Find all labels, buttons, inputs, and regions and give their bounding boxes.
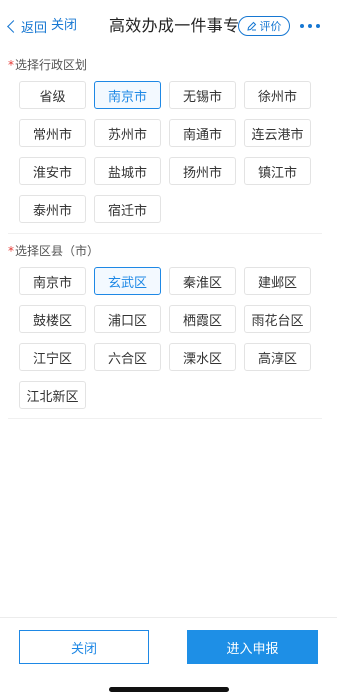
- required-mark: *: [8, 244, 14, 258]
- region-option[interactable]: 扬州市: [169, 157, 236, 185]
- district-section-label: *选择区县（市）: [8, 243, 99, 259]
- page-title: 高效办成一件事专: [109, 16, 240, 35]
- district-label-text: 选择区县（市）: [15, 244, 100, 258]
- back-button[interactable]: 返回: [6, 16, 47, 36]
- district-options: 南京市 玄武区 秦淮区 建邺区鼓楼区 浦口区 栖霞区 雨花台区江宁区 六合区 溧水区 高淳区江北新…: [19, 267, 319, 409]
- rate-button[interactable]: 评价: [238, 16, 290, 36]
- region-option[interactable]: 泰州市: [19, 195, 86, 223]
- chevron-left-icon: [7, 19, 20, 33]
- district-option[interactable]: 建邺区: [244, 267, 311, 295]
- district-option[interactable]: 高淳区: [244, 343, 311, 371]
- region-options: 省级 南京市 无锡市 徐州市常州市 苏州市 南通市 连云港市淮安市 盐城市 扬州市 镇江市泰州市宿…: [19, 81, 319, 223]
- region-section-label: *选择行政区划: [8, 57, 87, 73]
- district-option[interactable]: 溧水区: [169, 343, 236, 371]
- district-option[interactable]: 江宁区: [19, 343, 86, 371]
- district-option[interactable]: 江北新区: [19, 381, 86, 409]
- region-option[interactable]: 常州市: [19, 119, 86, 147]
- required-mark: *: [8, 58, 14, 72]
- district-option[interactable]: 栖霞区: [169, 305, 236, 333]
- region-option[interactable]: 南京市: [94, 81, 161, 109]
- district-option[interactable]: 鼓楼区: [19, 305, 86, 333]
- more-icon[interactable]: [300, 24, 320, 28]
- region-option[interactable]: 连云港市: [244, 119, 311, 147]
- divider: [8, 418, 322, 419]
- district-option[interactable]: 浦口区: [94, 305, 161, 333]
- region-option[interactable]: 南通市: [169, 119, 236, 147]
- edit-icon: [246, 21, 256, 31]
- close-nav-button[interactable]: 关闭: [51, 16, 77, 36]
- district-option[interactable]: 秦淮区: [169, 267, 236, 295]
- district-option[interactable]: 玄武区: [94, 267, 161, 295]
- district-option[interactable]: 南京市: [19, 267, 86, 295]
- district-option[interactable]: 雨花台区: [244, 305, 311, 333]
- submit-button[interactable]: 进入申报: [187, 630, 318, 664]
- region-label-text: 选择行政区划: [15, 58, 88, 72]
- divider: [8, 233, 322, 234]
- region-option[interactable]: 苏州市: [94, 119, 161, 147]
- nav-bar: 返回 关闭 高效办成一件事专 评价: [0, 0, 337, 52]
- region-option[interactable]: 盐城市: [94, 157, 161, 185]
- region-option[interactable]: 淮安市: [19, 157, 86, 185]
- region-option[interactable]: 无锡市: [169, 81, 236, 109]
- region-option[interactable]: 省级: [19, 81, 86, 109]
- region-option[interactable]: 徐州市: [244, 81, 311, 109]
- footer-bar: 关闭 进入申报: [0, 617, 337, 700]
- home-indicator[interactable]: [109, 687, 229, 692]
- district-option[interactable]: 六合区: [94, 343, 161, 371]
- region-option[interactable]: 镇江市: [244, 157, 311, 185]
- close-button[interactable]: 关闭: [19, 630, 149, 664]
- rate-label: 评价: [259, 20, 282, 33]
- back-label: 返回: [21, 20, 48, 36]
- region-option[interactable]: 宿迁市: [94, 195, 161, 223]
